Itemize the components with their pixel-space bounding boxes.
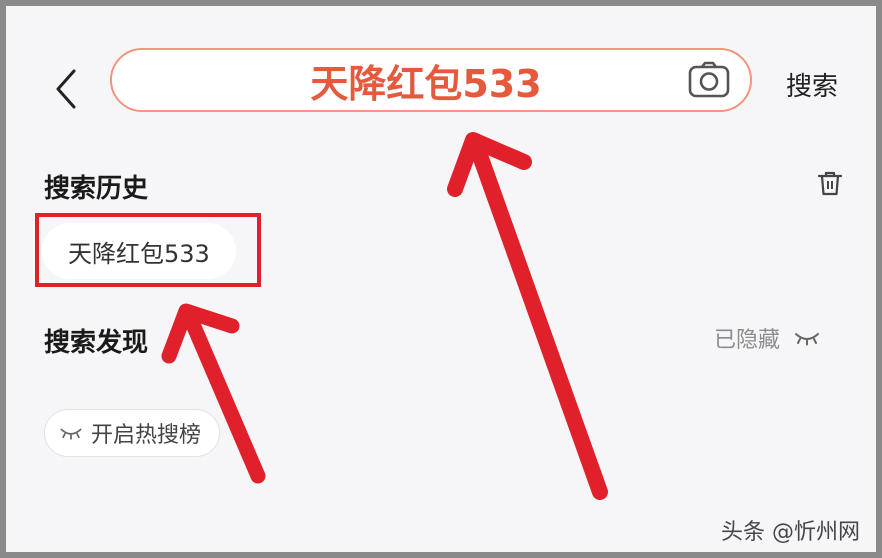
history-item[interactable]: 天降红包533 [42,223,236,279]
discover-visibility-toggle[interactable]: 已隐藏 [714,322,820,354]
back-button[interactable] [46,64,86,114]
camera-button[interactable] [688,60,730,100]
trash-icon [817,171,843,196]
search-history-title: 搜索历史 [44,174,149,204]
hidden-label: 已隐藏 [714,328,781,353]
search-screen: 搜索 搜索历史 天降红包533 搜索发现 已隐藏 开启热搜榜 [6,6,876,552]
hot-search-label: 开启热搜榜 [91,423,202,448]
camera-icon [688,61,730,98]
search-discover-title: 搜索发现 [44,328,149,358]
annotation-arrow-search [447,132,608,500]
watermark: 头条 @忻州网 [721,520,860,545]
search-input[interactable] [172,50,680,110]
eye-closed-icon [795,333,820,346]
search-box[interactable] [110,48,752,112]
clear-history-button[interactable] [816,169,844,197]
enable-hot-search-button[interactable]: 开启热搜榜 [44,409,221,457]
search-button[interactable]: 搜索 [786,66,838,103]
chevron-left-icon [56,69,76,109]
eye-closed-icon [60,428,82,440]
